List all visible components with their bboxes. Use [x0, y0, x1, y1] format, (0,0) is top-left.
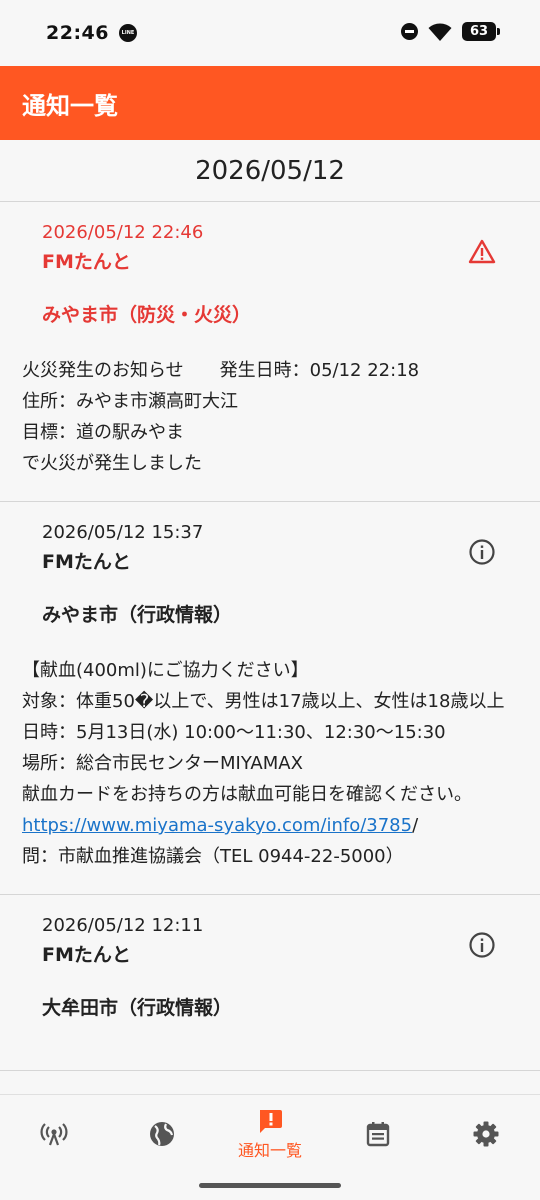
- notification-card[interactable]: 2026/05/12 12:11 FMたんと 大牟田市（行政情報）: [0, 895, 540, 1071]
- nav-label-notifications: 通知一覧: [237, 1141, 302, 1160]
- notification-list[interactable]: 2026/05/12 22:46 FMたんと みやま市（防災・火災） 火災発生の…: [0, 202, 540, 1094]
- notification-body: 【献血(400ml)にご協力ください】 対象：体重50�以上で、男性は17歳以上…: [22, 655, 518, 872]
- nav-item-notifications[interactable]: 通知一覧: [216, 1095, 324, 1173]
- info-icon: [469, 539, 495, 565]
- nav-item-calendar[interactable]: [324, 1095, 432, 1173]
- notification-time: 2026/05/12 12:11: [42, 915, 204, 936]
- nav-item-radio[interactable]: [0, 1095, 108, 1173]
- nav-item-web[interactable]: [108, 1095, 216, 1173]
- notification-time: 2026/05/12 15:37: [42, 522, 204, 543]
- notification-body: 火災発生のお知らせ 発生日時：05/12 22:18 住所：みやま市瀬高町大江 …: [22, 360, 420, 474]
- notification-alert-icon: [260, 1110, 282, 1133]
- notification-time: 2026/05/12 22:46: [42, 222, 204, 243]
- warning-icon: [468, 239, 496, 264]
- status-time: 22:46: [46, 22, 109, 44]
- notification-category: みやま市（行政情報）: [42, 604, 233, 626]
- app-bar: 通知一覧: [0, 66, 540, 140]
- notification-category: 大牟田市（行政情報）: [42, 997, 233, 1019]
- date-header-label: 2026/05/12: [195, 155, 345, 186]
- date-header: 2026/05/12: [0, 140, 540, 202]
- home-indicator[interactable]: [199, 1183, 341, 1188]
- globe-icon: [150, 1122, 174, 1146]
- battery-icon: 63: [462, 22, 500, 41]
- info-icon: [469, 932, 495, 958]
- status-bar: 22:46 LINE 63: [0, 0, 540, 66]
- notification-source: FMたんと: [42, 551, 131, 573]
- notification-card[interactable]: 2026/05/12 15:37 FMたんと みやま市（行政情報） 【献血(40…: [0, 502, 540, 895]
- calendar-icon: [366, 1122, 390, 1147]
- notification-footer: 問：市献血推進協議会（TEL 0944-22-5000）: [22, 846, 404, 867]
- gear-icon: [473, 1121, 499, 1147]
- notification-card[interactable]: 2026/05/12 22:46 FMたんと みやま市（防災・火災） 火災発生の…: [0, 202, 540, 502]
- notification-body-text: 【献血(400ml)にご協力ください】 対象：体重50�以上で、男性は17歳以上…: [22, 660, 505, 805]
- bottom-navigation: 通知一覧: [0, 1094, 540, 1200]
- nav-item-settings[interactable]: [432, 1095, 540, 1173]
- notification-category: みやま市（防災・火災）: [42, 304, 252, 326]
- notification-source: FMたんと: [42, 944, 131, 966]
- status-indicators: 63: [401, 22, 500, 41]
- notification-link-suffix: /: [412, 815, 419, 836]
- wifi-icon: [428, 23, 452, 41]
- do-not-disturb-icon: [401, 23, 418, 40]
- notification-source: FMたんと: [42, 251, 131, 273]
- line-app-icon: LINE: [118, 24, 137, 42]
- radio-broadcast-icon: [40, 1123, 68, 1146]
- notification-link[interactable]: https://www.miyama-syakyo.com/info/3785: [22, 815, 412, 836]
- page-title: 通知一覧: [22, 91, 118, 120]
